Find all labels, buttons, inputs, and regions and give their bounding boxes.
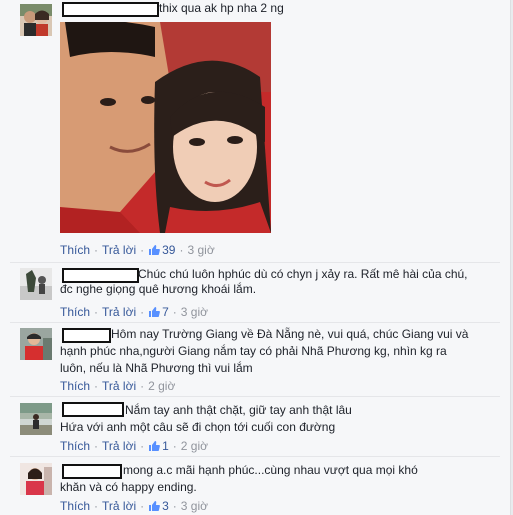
like-link[interactable]: Thích (60, 499, 90, 513)
separator-dot: · (140, 439, 145, 453)
reply-link[interactable]: Trả lời (102, 439, 136, 453)
separator-dot: · (94, 499, 99, 513)
comment-text: thix qua ak hp nha 2 ng (159, 1, 284, 15)
like-link[interactable]: Thích (60, 243, 90, 257)
like-link[interactable]: Thích (60, 439, 90, 453)
commenter-name-redacted[interactable] (62, 402, 124, 417)
reply-link[interactable]: Trả lời (102, 379, 136, 393)
separator-dot: · (172, 499, 177, 513)
like-count[interactable]: 39 (162, 243, 175, 257)
comment-actions: Thích · Trả lời · 7 · 3 giờ (60, 304, 208, 320)
separator-dot: · (94, 305, 99, 319)
avatar[interactable] (20, 268, 52, 300)
avatar[interactable] (20, 403, 52, 435)
thumbs-up-icon[interactable] (148, 306, 161, 318)
reply-link[interactable]: Trả lời (102, 499, 136, 513)
timestamp[interactable]: 3 giờ (181, 499, 208, 513)
separator-dot: · (94, 243, 99, 257)
divider (10, 396, 500, 397)
comment-text-line: Hứa với anh một câu sẽ đi chọn tới cuối … (60, 420, 336, 434)
comment-text-line: khăn và có happy ending. (60, 480, 197, 494)
separator-dot: · (140, 379, 145, 393)
comment-text-line: hạnh phúc nha,người Giang nắm tay có phả… (60, 344, 447, 358)
comment-text-line: luôn, nếu là Nhã Phương thì vui lắm (60, 361, 253, 375)
commenter-name-redacted[interactable] (62, 464, 122, 479)
reply-link[interactable]: Trả lời (102, 305, 136, 319)
thumbs-up-icon[interactable] (148, 500, 161, 512)
comment-actions: Thích · Trả lời · 3 · 3 giờ (60, 498, 208, 514)
separator-dot: · (140, 243, 145, 257)
divider (10, 456, 500, 457)
comment-text-line: mong a.c mãi hạnh phúc...cùng nhau vượt … (123, 463, 418, 477)
timestamp[interactable]: 3 giờ (181, 305, 208, 319)
thumbs-up-icon[interactable] (148, 440, 161, 452)
comment-text-line: Nắm tay anh thật chặt, giữ tay anh thật … (125, 403, 352, 417)
thumbs-up-icon[interactable] (148, 244, 161, 256)
avatar[interactable] (20, 328, 52, 360)
like-count[interactable]: 7 (162, 305, 169, 319)
avatar[interactable] (20, 4, 52, 36)
separator-dot: · (94, 379, 99, 393)
comment-actions: Thích · Trả lời · 39 · 3 giờ (60, 242, 215, 258)
divider (10, 322, 500, 323)
like-link[interactable]: Thích (60, 379, 90, 393)
separator-dot: · (172, 439, 177, 453)
comment-actions: Thích · Trả lời · 1 · 2 giờ (60, 438, 208, 454)
comment-text-line: Hôm nay Trường Giang về Đà Nẵng nè, vui … (111, 327, 469, 341)
separator-dot: · (94, 439, 99, 453)
timestamp[interactable]: 3 giờ (187, 243, 214, 257)
divider (10, 262, 500, 263)
comments-panel: thix qua ak hp nha 2 ng Thích · Trả lời … (0, 0, 511, 515)
timestamp[interactable]: 2 giờ (148, 379, 175, 393)
reply-link[interactable]: Trả lời (102, 243, 136, 257)
separator-dot: · (179, 243, 184, 257)
comment-text-line: đc nghe giọng quê hương khoái lắm. (60, 282, 257, 296)
comment-photo[interactable] (60, 22, 271, 233)
like-link[interactable]: Thích (60, 305, 90, 319)
separator-dot: · (172, 305, 177, 319)
commenter-name-redacted[interactable] (62, 328, 111, 343)
commenter-name-redacted[interactable] (62, 2, 159, 17)
like-count[interactable]: 3 (162, 499, 169, 513)
like-count[interactable]: 1 (162, 439, 169, 453)
comment-actions: Thích · Trả lời · 2 giờ (60, 378, 175, 394)
separator-dot: · (140, 499, 145, 513)
separator-dot: · (140, 305, 145, 319)
timestamp[interactable]: 2 giờ (181, 439, 208, 453)
avatar[interactable] (20, 463, 52, 495)
